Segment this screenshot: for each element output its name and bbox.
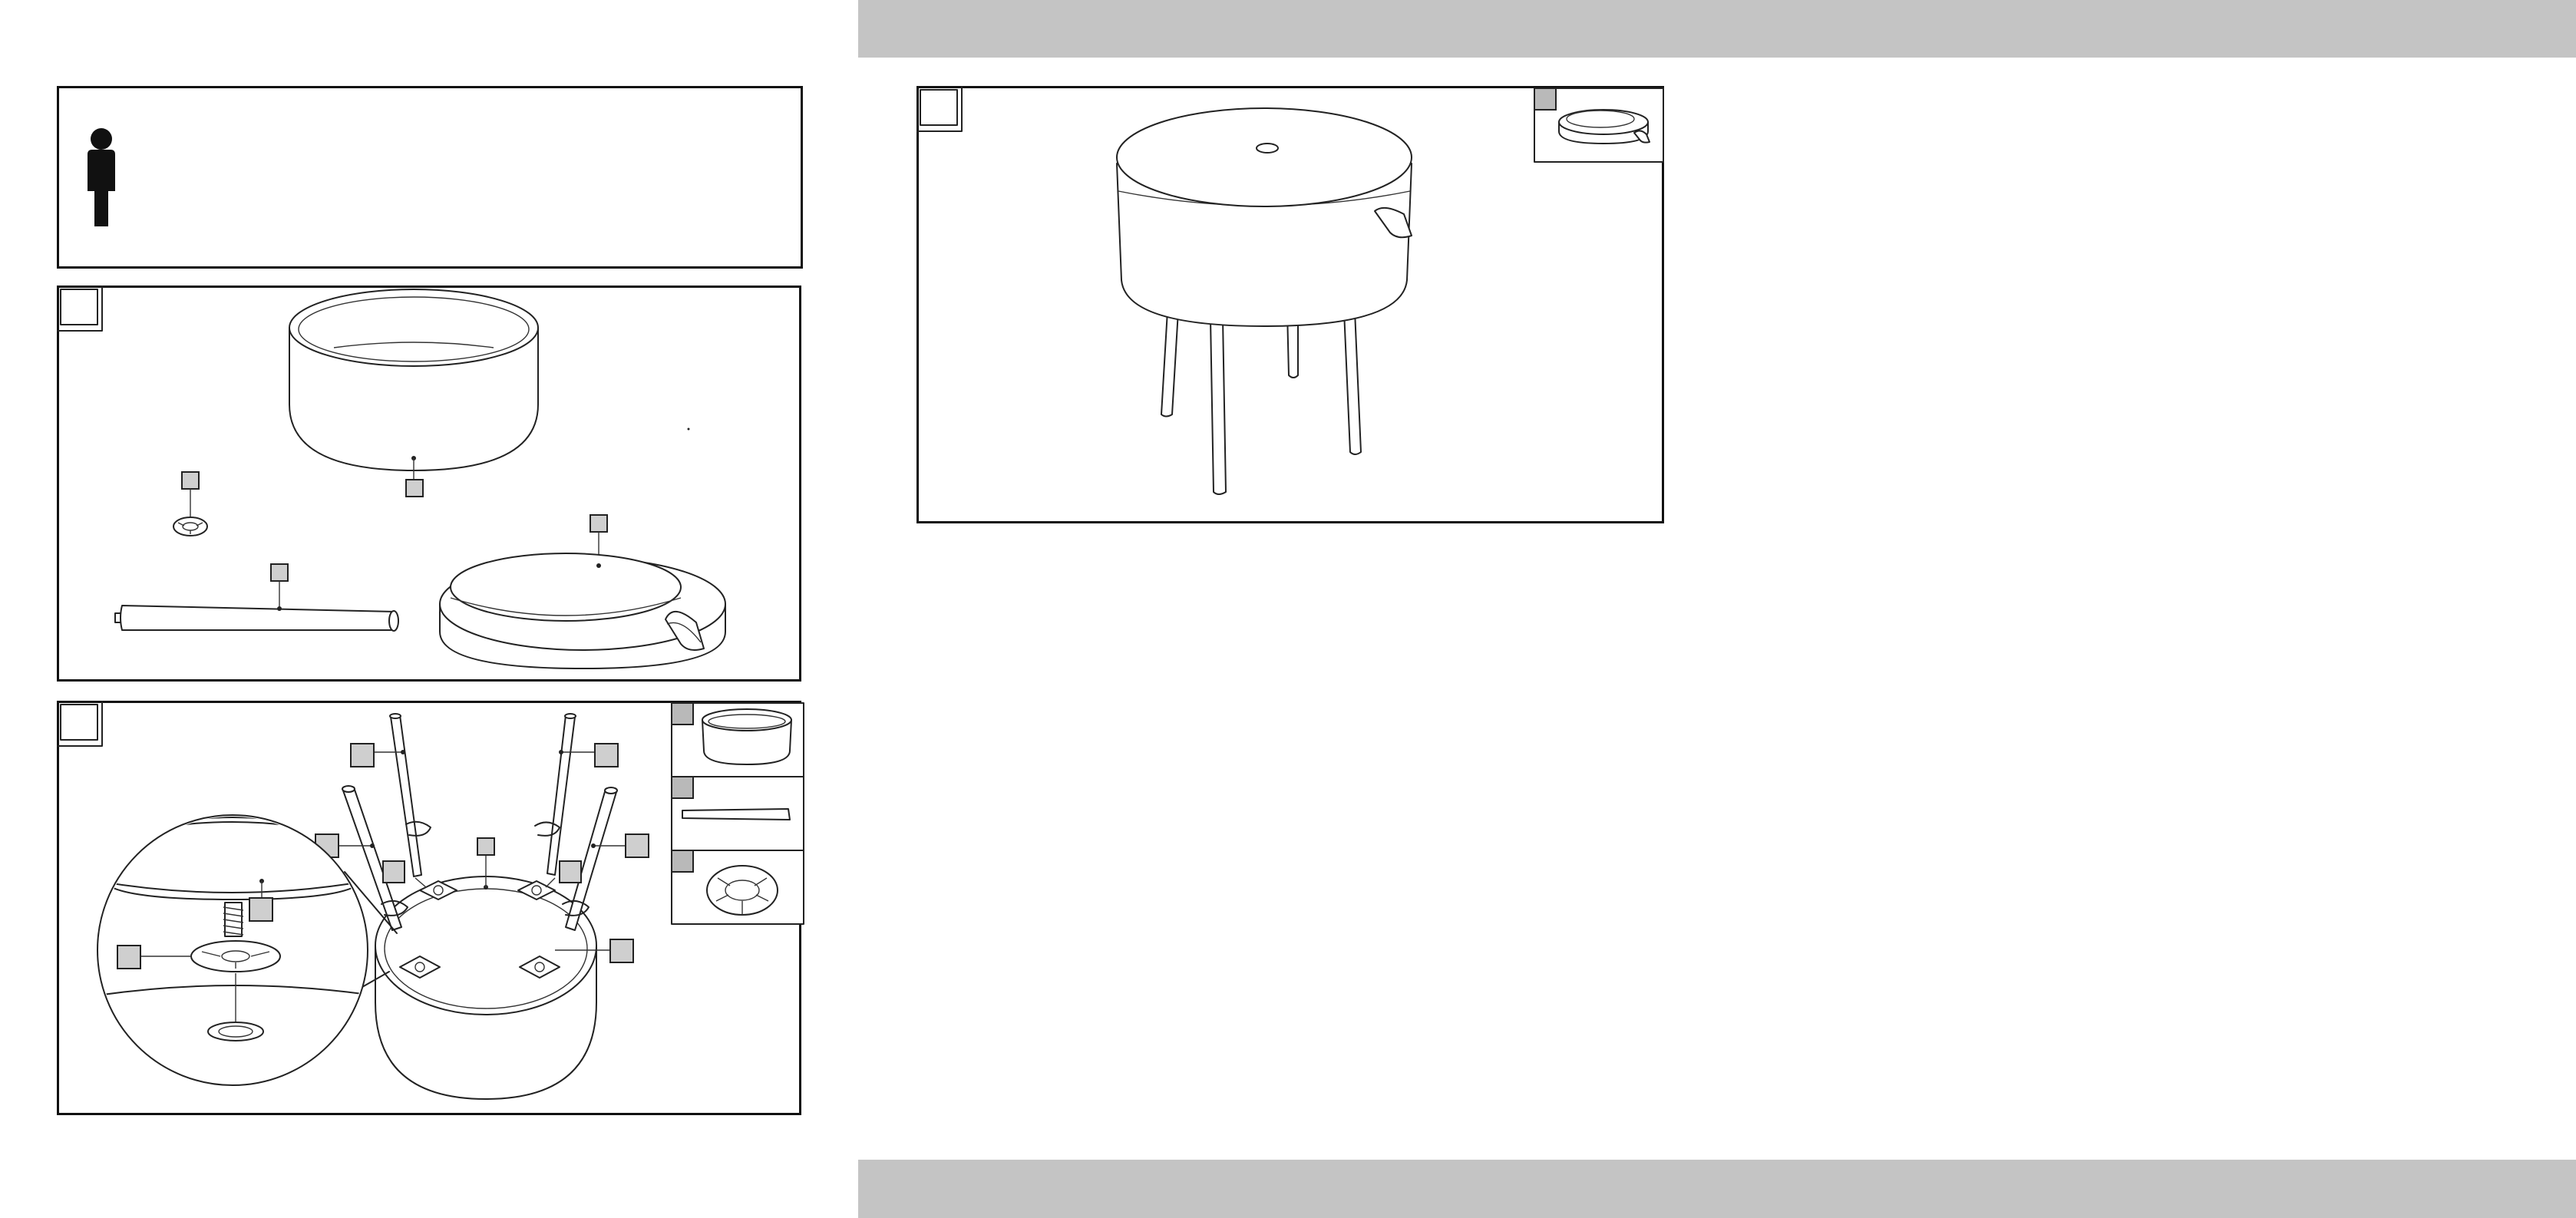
finished-panel [916,86,1664,523]
lid-reference [1534,87,1664,163]
leg-part [114,563,399,632]
part-reference-strip [671,702,804,925]
parts-panel [57,286,801,682]
header-band [858,0,2576,58]
finished-legs [1161,310,1362,495]
foot-label-box-3 [609,939,634,963]
finished-illustration [916,86,1664,495]
assembly-panel [57,701,804,1115]
lid-part [439,514,726,669]
ref-tag-lid [1534,87,1557,111]
ref-tag-foot [671,850,694,873]
finished-body [1116,107,1412,327]
persons-panel [57,86,803,269]
ref-tag-leg [671,776,694,799]
step-number-box [61,289,97,325]
zoom-leg-label-box [249,897,273,922]
body-part [289,289,539,497]
footer-band [858,1160,2576,1218]
person-icon [88,128,115,226]
zoom-detail [97,814,398,1086]
step-number-box [920,90,957,125]
ref-tag-body [671,702,694,725]
foot-part [173,471,208,536]
foot-label-box-1 [382,860,405,883]
assembly-illustration [57,701,804,1100]
zoom-foot-label-box [117,945,141,969]
body-label-box [477,837,495,856]
foot-label-box [181,471,200,490]
leg-label-box-4 [625,833,649,858]
leg-label-box-2 [594,743,619,767]
body-label-box [405,479,424,497]
step-number-box [61,705,97,740]
lid-label-box [590,514,608,533]
foot-label-box-2 [559,860,582,883]
leg-label-box-1 [350,743,375,767]
leg-label-box [270,563,289,582]
parts-illustration [57,286,726,669]
